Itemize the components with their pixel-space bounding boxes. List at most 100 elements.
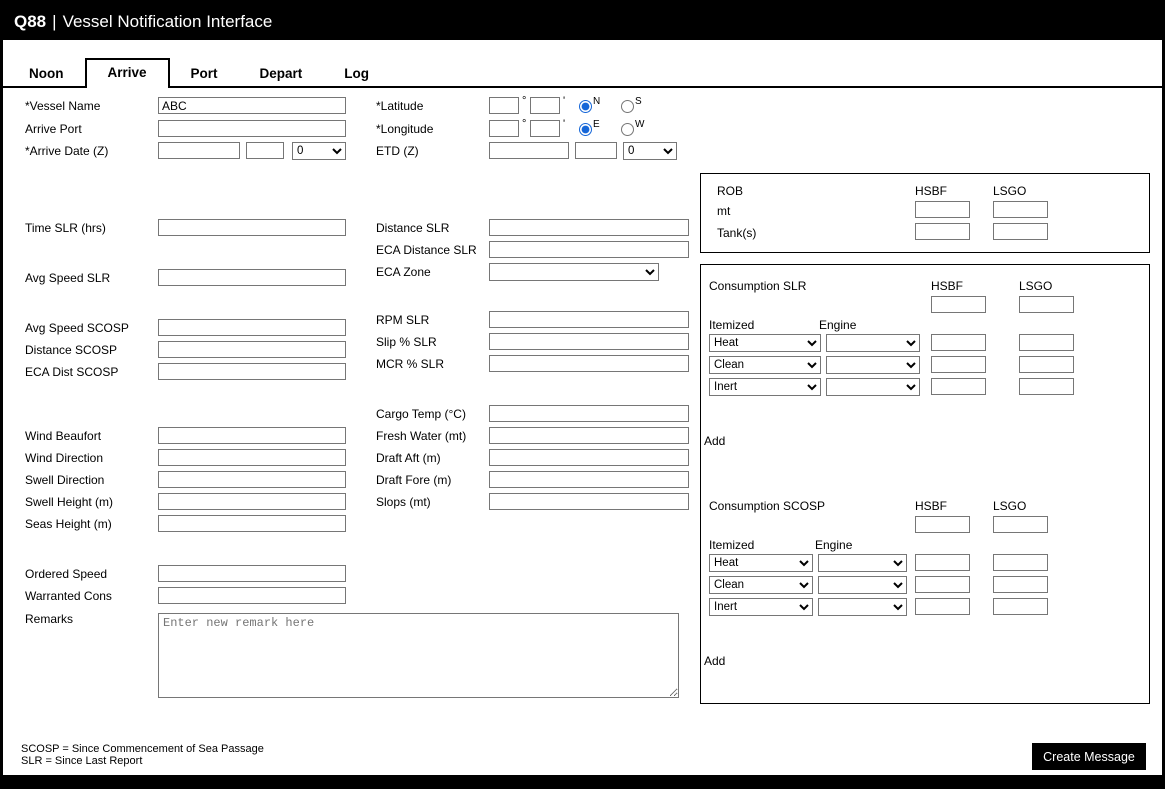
eca-distance-slr-input[interactable]: [489, 241, 689, 258]
distance-slr-input[interactable]: [489, 219, 689, 236]
fresh-water-input[interactable]: [489, 427, 689, 444]
arrive-timezone-select[interactable]: 0: [292, 142, 346, 160]
consumption-scosp-heat-lsgo-input[interactable]: [993, 554, 1048, 571]
consumption-scosp-engine-select-1[interactable]: [818, 554, 907, 572]
swell-height-input[interactable]: [158, 493, 346, 510]
consumption-panel: Consumption SLR HSBF LSGO Itemized Engin…: [700, 264, 1150, 704]
consumption-slr-total-hsbf-input[interactable]: [931, 296, 986, 313]
consumption-slr-engine-select-2[interactable]: [826, 356, 920, 374]
consumption-scosp-clean-hsbf-input[interactable]: [915, 576, 970, 593]
consumption-slr-inert-hsbf-input[interactable]: [931, 378, 986, 395]
slip-slr-input[interactable]: [489, 333, 689, 350]
tab-arrive[interactable]: Arrive: [85, 58, 170, 88]
slip-slr-label: Slip % SLR: [376, 335, 437, 349]
consumption-slr-inert-lsgo-input[interactable]: [1019, 378, 1074, 395]
consumption-scosp-clean-lsgo-input[interactable]: [993, 576, 1048, 593]
consumption-scosp-inert-lsgo-input[interactable]: [993, 598, 1048, 615]
latitude-degrees-input[interactable]: [489, 97, 519, 114]
rob-mt-label: mt: [717, 204, 730, 218]
slops-input[interactable]: [489, 493, 689, 510]
consumption-scosp-total-lsgo-input[interactable]: [993, 516, 1048, 533]
ordered-speed-input[interactable]: [158, 565, 346, 582]
mcr-slr-label: MCR % SLR: [376, 357, 444, 371]
header-separator: |: [52, 12, 56, 32]
consumption-scosp-heat-hsbf-input[interactable]: [915, 554, 970, 571]
consumption-slr-total-lsgo-input[interactable]: [1019, 296, 1074, 313]
rob-mt-lsgo-input[interactable]: [993, 201, 1048, 218]
longitude-minutes-input[interactable]: [530, 120, 560, 137]
consumption-scosp-engine-header: Engine: [815, 538, 852, 552]
consumption-slr-heat-lsgo-input[interactable]: [1019, 334, 1074, 351]
consumption-slr-clean-lsgo-input[interactable]: [1019, 356, 1074, 373]
rob-title: ROB: [717, 184, 743, 198]
longitude-west-radio[interactable]: [621, 123, 634, 136]
consumption-scosp-col-lsgo: LSGO: [993, 499, 1026, 513]
draft-fore-input[interactable]: [489, 471, 689, 488]
tab-noon[interactable]: Noon: [8, 61, 85, 86]
vessel-name-input[interactable]: [158, 97, 346, 114]
vessel-name-label: *Vessel Name: [25, 99, 100, 113]
latitude-north-label: N: [593, 96, 600, 107]
consumption-slr-engine-select-1[interactable]: [826, 334, 920, 352]
time-slr-input[interactable]: [158, 219, 346, 236]
create-message-button[interactable]: Create Message: [1032, 743, 1146, 770]
remarks-label: Remarks: [25, 612, 73, 626]
avg-speed-slr-input[interactable]: [158, 269, 346, 286]
consumption-slr-engine-select-3[interactable]: [826, 378, 920, 396]
legend-scosp: SCOSP = Since Commencement of Sea Passag…: [21, 743, 264, 755]
eca-dist-scosp-input[interactable]: [158, 363, 346, 380]
consumption-slr-itemized-select-inert[interactable]: Inert: [709, 378, 821, 396]
warranted-cons-input[interactable]: [158, 587, 346, 604]
rpm-slr-input[interactable]: [489, 311, 689, 328]
tab-depart[interactable]: Depart: [239, 61, 324, 86]
swell-direction-input[interactable]: [158, 471, 346, 488]
page-title: Vessel Notification Interface: [63, 12, 273, 32]
consumption-scosp-total-hsbf-input[interactable]: [915, 516, 970, 533]
consumption-slr-itemized-select-heat[interactable]: Heat: [709, 334, 821, 352]
rob-mt-hsbf-input[interactable]: [915, 201, 970, 218]
time-slr-label: Time SLR (hrs): [25, 221, 106, 235]
draft-fore-label: Draft Fore (m): [376, 473, 451, 487]
mcr-slr-input[interactable]: [489, 355, 689, 372]
consumption-slr-clean-hsbf-input[interactable]: [931, 356, 986, 373]
consumption-scosp-add-link[interactable]: Add: [704, 654, 725, 668]
consumption-slr-itemized-header: Itemized: [709, 318, 754, 332]
consumption-slr-itemized-select-clean[interactable]: Clean: [709, 356, 821, 374]
consumption-scosp-engine-select-3[interactable]: [818, 598, 907, 616]
arrive-port-input[interactable]: [158, 120, 346, 137]
consumption-scosp-itemized-select-inert[interactable]: Inert: [709, 598, 813, 616]
seas-height-input[interactable]: [158, 515, 346, 532]
longitude-east-radio[interactable]: [579, 123, 592, 136]
etd-timezone-select[interactable]: 0: [623, 142, 677, 160]
tab-log[interactable]: Log: [323, 61, 390, 86]
eca-zone-select[interactable]: [489, 263, 659, 281]
draft-aft-input[interactable]: [489, 449, 689, 466]
tab-port[interactable]: Port: [170, 61, 239, 86]
arrive-time-input[interactable]: [246, 142, 284, 159]
latitude-north-radio[interactable]: [579, 100, 592, 113]
consumption-scosp-engine-select-2[interactable]: [818, 576, 907, 594]
draft-aft-label: Draft Aft (m): [376, 451, 441, 465]
distance-scosp-input[interactable]: [158, 341, 346, 358]
longitude-degrees-input[interactable]: [489, 120, 519, 137]
wind-direction-input[interactable]: [158, 449, 346, 466]
consumption-scosp-itemized-header: Itemized: [709, 538, 754, 552]
etd-date-input[interactable]: [489, 142, 569, 159]
rob-tanks-lsgo-input[interactable]: [993, 223, 1048, 240]
remarks-textarea[interactable]: [158, 613, 679, 698]
avg-speed-scosp-input[interactable]: [158, 319, 346, 336]
consumption-scosp-inert-hsbf-input[interactable]: [915, 598, 970, 615]
latitude-minutes-input[interactable]: [530, 97, 560, 114]
consumption-slr-heat-hsbf-input[interactable]: [931, 334, 986, 351]
consumption-scosp-itemized-select-heat[interactable]: Heat: [709, 554, 813, 572]
etd-time-input[interactable]: [575, 142, 617, 159]
rob-tanks-hsbf-input[interactable]: [915, 223, 970, 240]
consumption-scosp-itemized-select-clean[interactable]: Clean: [709, 576, 813, 594]
arrive-date-input[interactable]: [158, 142, 240, 159]
latitude-south-radio[interactable]: [621, 100, 634, 113]
consumption-scosp-col-hsbf: HSBF: [915, 499, 947, 513]
consumption-slr-col-hsbf: HSBF: [931, 279, 963, 293]
wind-beaufort-input[interactable]: [158, 427, 346, 444]
cargo-temp-input[interactable]: [489, 405, 689, 422]
consumption-slr-add-link[interactable]: Add: [704, 434, 725, 448]
